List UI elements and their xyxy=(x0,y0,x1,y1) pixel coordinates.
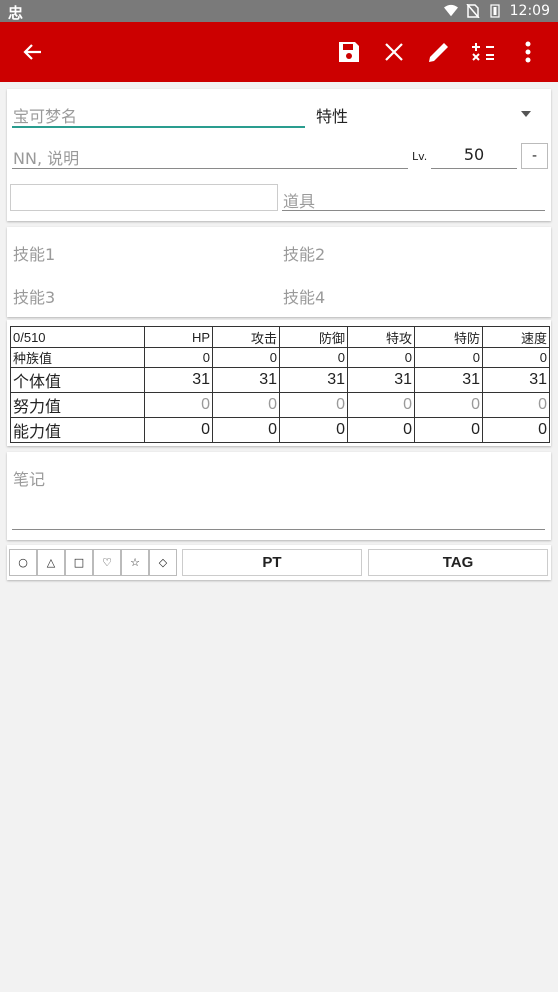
dropdown-arrow-icon[interactable] xyxy=(521,111,531,117)
circle-icon: ○ xyxy=(18,556,28,569)
pokemon-name-input[interactable]: 宝可梦名 xyxy=(13,103,77,127)
diamond-icon: ◇ xyxy=(158,556,168,569)
nickname-input[interactable]: NN, 说明 xyxy=(13,145,79,169)
move-4-input[interactable]: 技能4 xyxy=(283,284,325,308)
stat-cell: 0 xyxy=(144,417,213,443)
nickname-underline xyxy=(12,168,408,169)
pokemon-name-underline xyxy=(12,126,305,128)
square-icon: □ xyxy=(73,556,85,569)
level-underline xyxy=(431,168,517,169)
stats-header-row: 0/510 HP 攻击 防御 特攻 特防 速度 xyxy=(10,326,550,348)
stats-table: 0/510 HP 攻击 防御 特攻 特防 速度 种族值 0 0 0 0 0 0 … xyxy=(10,326,550,443)
mark-square-button[interactable]: □ xyxy=(65,549,93,576)
col-def: 防御 xyxy=(279,326,348,348)
stat-cell: 0 xyxy=(347,347,415,368)
row-label: 努力值 xyxy=(10,392,145,418)
level-minus-button[interactable]: - xyxy=(521,143,548,169)
move-1-input[interactable]: 技能1 xyxy=(13,241,55,265)
notes-input[interactable]: 笔记 xyxy=(13,466,45,490)
iv-input[interactable]: 31 xyxy=(212,367,280,393)
mark-star-button[interactable]: ☆ xyxy=(121,549,149,576)
col-spe: 速度 xyxy=(482,326,550,348)
iv-input[interactable]: 31 xyxy=(414,367,483,393)
more-vert-icon xyxy=(525,41,531,63)
status-bar: 忠 12:09 xyxy=(0,0,558,22)
mark-heart-button[interactable]: ♡ xyxy=(93,549,121,576)
mark-diamond-button[interactable]: ◇ xyxy=(149,549,177,576)
moves-card: 技能1 技能2 技能3 技能4 xyxy=(7,227,551,317)
calculator-button[interactable] xyxy=(463,32,503,72)
actual-stats-row: 能力值 0 0 0 0 0 0 xyxy=(10,417,550,443)
battery-icon xyxy=(490,4,500,18)
discard-button[interactable] xyxy=(374,32,414,72)
calculator-icon xyxy=(472,43,494,61)
clock: 12:09 xyxy=(509,3,550,19)
stat-cell: 0 xyxy=(347,417,415,443)
save-button[interactable] xyxy=(329,32,369,72)
col-hp: HP xyxy=(144,326,213,348)
tag-button[interactable]: TAG xyxy=(368,549,548,576)
mark-triangle-button[interactable]: △ xyxy=(37,549,65,576)
stat-cell: 0 xyxy=(414,417,483,443)
col-atk: 攻击 xyxy=(212,326,280,348)
app-toolbar xyxy=(0,22,558,82)
pt-button[interactable]: PT xyxy=(182,549,362,576)
triangle-icon: △ xyxy=(46,556,56,569)
ev-input[interactable]: 0 xyxy=(347,392,415,418)
item-input[interactable]: 道具 xyxy=(283,188,315,212)
pencil-icon xyxy=(429,43,448,62)
stat-cell: 0 xyxy=(414,347,483,368)
marks-card: ○ △ □ ♡ ☆ ◇ PT TAG xyxy=(7,545,551,580)
base-stats-row: 种族值 0 0 0 0 0 0 xyxy=(10,347,550,368)
row-label: 种族值 xyxy=(10,347,145,368)
stat-cell: 0 xyxy=(482,417,550,443)
move-2-input[interactable]: 技能2 xyxy=(283,241,325,265)
ev-total: 0/510 xyxy=(10,326,145,348)
level-input[interactable]: 50 xyxy=(431,145,517,164)
star-icon: ☆ xyxy=(130,556,140,569)
arrow-left-icon xyxy=(23,44,41,60)
level-label: Lv. xyxy=(412,150,428,163)
level-minus-label: - xyxy=(531,148,538,164)
iv-input[interactable]: 31 xyxy=(347,367,415,393)
iv-input[interactable]: 31 xyxy=(482,367,550,393)
item-underline xyxy=(282,210,545,211)
ev-input[interactable]: 0 xyxy=(482,392,550,418)
heart-icon: ♡ xyxy=(102,556,112,569)
more-button[interactable] xyxy=(508,32,548,72)
iv-input[interactable]: 31 xyxy=(144,367,213,393)
stat-cell: 0 xyxy=(279,347,348,368)
mark-circle-button[interactable]: ○ xyxy=(9,549,37,576)
notes-card: 笔记 xyxy=(7,452,551,540)
app-notification-icon: 忠 xyxy=(8,4,24,22)
wifi-icon xyxy=(443,4,458,17)
col-spa: 特攻 xyxy=(347,326,415,348)
ev-input[interactable]: 0 xyxy=(279,392,348,418)
ability-select[interactable]: 特性 xyxy=(316,103,348,127)
notes-underline xyxy=(12,529,545,530)
basic-info-card: 宝可梦名 特性 NN, 说明 Lv. 50 - 道具 xyxy=(7,89,551,221)
stat-cell: 0 xyxy=(279,417,348,443)
stat-cell: 0 xyxy=(212,417,280,443)
no-sim-icon xyxy=(466,4,480,18)
ev-input[interactable]: 0 xyxy=(212,392,280,418)
back-button[interactable] xyxy=(13,32,53,72)
close-icon xyxy=(385,43,403,61)
stat-cell: 0 xyxy=(144,347,213,368)
ev-input[interactable]: 0 xyxy=(144,392,213,418)
col-spd: 特防 xyxy=(414,326,483,348)
move-3-input[interactable]: 技能3 xyxy=(13,284,55,308)
extra-input-box[interactable] xyxy=(10,184,278,211)
edit-button[interactable] xyxy=(419,32,459,72)
row-label: 能力值 xyxy=(10,417,145,443)
ev-input[interactable]: 0 xyxy=(414,392,483,418)
ev-row: 努力值 0 0 0 0 0 0 xyxy=(10,392,550,418)
row-label: 个体值 xyxy=(10,367,145,393)
iv-input[interactable]: 31 xyxy=(279,367,348,393)
stat-cell: 0 xyxy=(212,347,280,368)
stats-card: 0/510 HP 攻击 防御 特攻 特防 速度 种族值 0 0 0 0 0 0 … xyxy=(7,320,551,446)
iv-row: 个体值 31 31 31 31 31 31 xyxy=(10,367,550,393)
stat-cell: 0 xyxy=(482,347,550,368)
save-icon xyxy=(339,42,359,62)
